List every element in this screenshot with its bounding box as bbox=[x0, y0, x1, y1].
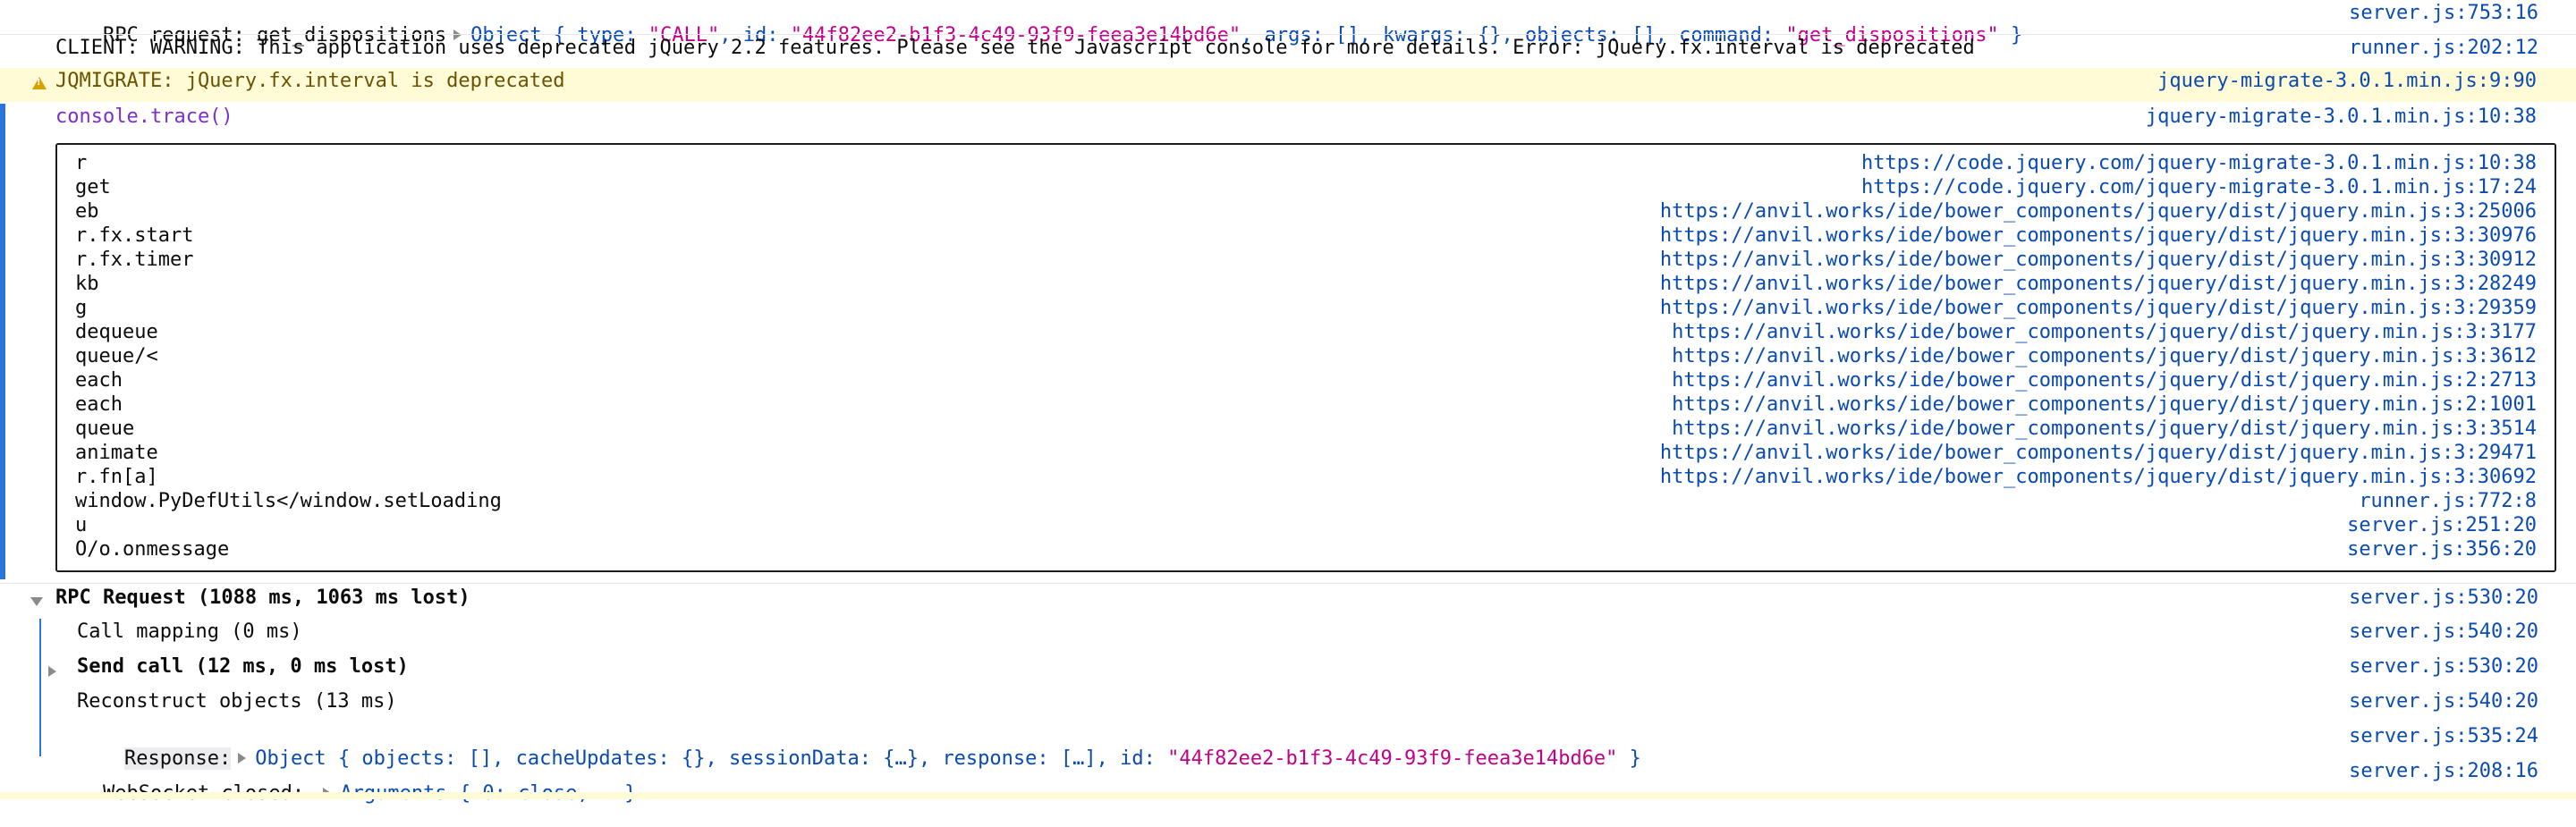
stack-frame-source-link[interactable]: server.js:251:20 bbox=[2347, 514, 2537, 536]
send-call-label: Send call (12 ms, 0 ms lost) bbox=[77, 655, 409, 678]
stack-frame-row: r.fn[a] https://anvil.works/ide/bower_com… bbox=[57, 466, 2555, 490]
source-link[interactable]: server.js:540:20 bbox=[2349, 690, 2538, 713]
stack-frame-function: r.fx.timer bbox=[75, 249, 194, 271]
expand-group-icon[interactable] bbox=[48, 666, 56, 677]
stack-frame-source-link[interactable]: https://anvil.works/ide/bower_components… bbox=[1660, 273, 2537, 295]
stack-frame-function: r.fn[a] bbox=[75, 466, 158, 488]
log-row-reconstruct: Reconstruct objects (13 ms) server.js:54… bbox=[0, 688, 2576, 722]
log-group-rpc-request[interactable]: RPC Request (1088 ms, 1063 ms lost) serv… bbox=[0, 585, 2576, 619]
source-link[interactable]: server.js:753:16 bbox=[2349, 2, 2538, 24]
stack-frame-row: u server.js:251:20 bbox=[57, 514, 2555, 538]
stack-frame-row: g https://anvil.works/ide/bower_component… bbox=[57, 297, 2555, 321]
log-row-call-mapping: Call mapping (0 ms) server.js:540:20 bbox=[0, 619, 2576, 653]
stack-frame-row: animate https://anvil.works/ide/bower_com… bbox=[57, 442, 2555, 466]
log-row-response: Response: Object { objects: [], cacheUpda… bbox=[0, 723, 2576, 770]
stack-frame-function: each bbox=[75, 393, 123, 416]
stack-frame-row: queue https://anvil.works/ide/bower_compo… bbox=[57, 418, 2555, 442]
log-row-console-trace: console.trace() jquery-migrate-3.0.1.min… bbox=[0, 104, 2576, 138]
stack-frame-source-link[interactable]: https://anvil.works/ide/bower_components… bbox=[1660, 297, 2537, 319]
source-link[interactable]: server.js:535:24 bbox=[2349, 725, 2538, 747]
stack-frame-row: kb https://anvil.works/ide/bower_componen… bbox=[57, 273, 2555, 297]
stack-frame-source-link[interactable]: https://anvil.works/ide/bower_components… bbox=[1660, 466, 2537, 488]
stack-frame-source-link[interactable]: https://anvil.works/ide/bower_components… bbox=[1660, 200, 2537, 223]
stack-frame-source-link[interactable]: https://anvil.works/ide/bower_components… bbox=[1672, 393, 2537, 416]
source-link[interactable]: jquery-migrate-3.0.1.min.js:9:90 bbox=[2157, 70, 2537, 92]
warning-icon bbox=[32, 77, 47, 89]
console-trace-label: console.trace() bbox=[55, 105, 233, 128]
stack-frame-source-link[interactable]: https://anvil.works/ide/bower_components… bbox=[1672, 321, 2537, 343]
stack-frame-function: dequeue bbox=[75, 321, 158, 343]
source-link[interactable]: server.js:208:16 bbox=[2349, 760, 2538, 782]
source-link[interactable]: jquery-migrate-3.0.1.min.js:10:38 bbox=[2146, 105, 2537, 128]
stack-frame-row: window.PyDefUtils</window.setLoading runn… bbox=[57, 490, 2555, 514]
stack-frame-function: u bbox=[75, 514, 88, 536]
client-warning-text: CLIENT: WARNING: This application uses d… bbox=[55, 37, 1975, 59]
stack-frame-function: window.PyDefUtils</window.setLoading bbox=[75, 490, 502, 512]
source-link[interactable]: server.js:530:20 bbox=[2349, 655, 2538, 678]
rpc-group-label: RPC Request (1088 ms, 1063 ms lost) bbox=[55, 586, 470, 609]
stack-frame-row: eb https://anvil.works/ide/bower_componen… bbox=[57, 200, 2555, 224]
stack-frame-source-link[interactable]: https://anvil.works/ide/bower_components… bbox=[1660, 224, 2537, 247]
stack-frame-row: r https://code.jquery.com/jquery-migrate-… bbox=[57, 152, 2555, 176]
stack-frame-function: kb bbox=[75, 273, 99, 295]
stack-frame-row: get https://code.jquery.com/jquery-migrat… bbox=[57, 176, 2555, 200]
stack-frame-function: eb bbox=[75, 200, 99, 223]
stack-frame-source-link[interactable]: https://anvil.works/ide/bower_components… bbox=[1672, 418, 2537, 440]
call-mapping-label: Call mapping (0 ms) bbox=[77, 620, 302, 643]
source-link[interactable]: server.js:530:20 bbox=[2349, 586, 2538, 609]
stack-frame-row: dequeue https://anvil.works/ide/bower_com… bbox=[57, 321, 2555, 345]
stack-frame-function: queue/< bbox=[75, 345, 158, 367]
stack-frame-row: r.fx.timer https://anvil.works/ide/bower_… bbox=[57, 249, 2555, 273]
stack-frame-source-link[interactable]: https://anvil.works/ide/bower_components… bbox=[1672, 345, 2537, 367]
stack-frame-source-link[interactable]: https://anvil.works/ide/bower_components… bbox=[1672, 369, 2537, 392]
trace-accent-bar bbox=[0, 104, 5, 579]
stack-frame-source-link[interactable]: https://code.jquery.com/jquery-migrate-3… bbox=[1861, 176, 2537, 198]
stack-frame-row: O/o.onmessage server.js:356:20 bbox=[57, 538, 2555, 562]
stack-frame-source-link[interactable]: https://code.jquery.com/jquery-migrate-3… bbox=[1861, 152, 2537, 174]
divider bbox=[0, 583, 2576, 584]
source-link[interactable]: runner.js:202:12 bbox=[2349, 37, 2538, 59]
source-link[interactable]: server.js:540:20 bbox=[2349, 620, 2538, 643]
stack-frame-source-link[interactable]: https://anvil.works/ide/bower_components… bbox=[1660, 249, 2537, 271]
log-group-send-call[interactable]: Send call (12 ms, 0 ms lost) server.js:5… bbox=[0, 654, 2576, 688]
stack-frame-function: r.fx.start bbox=[75, 224, 194, 247]
log-row-websocket-closed: WebSocket closed: Arguments { 0: close, … bbox=[0, 758, 2576, 805]
stack-frame-source-link[interactable]: server.js:356:20 bbox=[2347, 538, 2537, 561]
stack-frame-function: r bbox=[75, 152, 88, 174]
stack-frame-function: animate bbox=[75, 442, 158, 464]
next-warning-row-edge bbox=[0, 792, 2576, 799]
stack-frame-source-link[interactable]: https://anvil.works/ide/bower_components… bbox=[1660, 442, 2537, 464]
log-row-rpc-request: RPC request: get_dispositions Object { ty… bbox=[0, 0, 2576, 46]
jqmigrate-text: JQMIGRATE: jQuery.fx.interval is depreca… bbox=[55, 70, 565, 92]
stack-frame-row: queue/< https://anvil.works/ide/bower_com… bbox=[57, 345, 2555, 369]
stack-frame-function: g bbox=[75, 297, 88, 319]
stack-frame-row: each https://anvil.works/ide/bower_compon… bbox=[57, 369, 2555, 393]
stack-frame-row: each https://anvil.works/ide/bower_compon… bbox=[57, 393, 2555, 418]
stack-frame-function: queue bbox=[75, 418, 135, 440]
stack-frame-source-link[interactable]: runner.js:772:8 bbox=[2359, 490, 2537, 512]
stack-frame-row: r.fx.start https://anvil.works/ide/bower_… bbox=[57, 224, 2555, 249]
stack-trace-box: r https://code.jquery.com/jquery-migrate-… bbox=[55, 143, 2556, 572]
reconstruct-label: Reconstruct objects (13 ms) bbox=[77, 690, 397, 713]
stack-frame-function: each bbox=[75, 369, 123, 392]
stack-frame-function: O/o.onmessage bbox=[75, 538, 230, 561]
log-row-client-warning: CLIENT: WARNING: This application uses d… bbox=[0, 35, 2576, 68]
collapse-group-icon[interactable] bbox=[30, 597, 43, 606]
log-row-jqmigrate-warning: JQMIGRATE: jQuery.fx.interval is depreca… bbox=[0, 68, 2576, 102]
stack-frame-function: get bbox=[75, 176, 111, 198]
